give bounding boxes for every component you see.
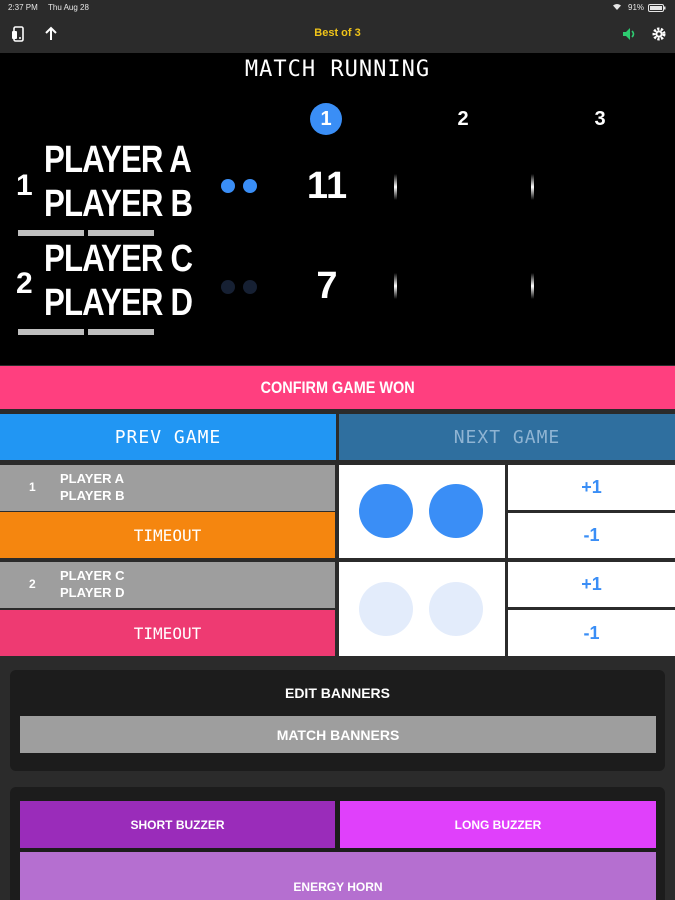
team-1-serve-big-dot-1 <box>359 484 413 538</box>
next-game-label: NEXT GAME <box>453 426 561 448</box>
team-2-serve-big-dot-2 <box>429 582 483 636</box>
team-1-player-1: PLAYER A <box>44 139 192 181</box>
team-1-plus-one-label: +1 <box>581 477 602 497</box>
wifi-icon <box>612 3 622 13</box>
control-team-1-number: 1 <box>29 480 36 494</box>
team-1-serve-indicator[interactable] <box>339 465 505 558</box>
control-team-2-player-2: PLAYER D <box>60 585 125 600</box>
control-team-1: 1 PLAYER A PLAYER B <box>0 465 335 511</box>
gear-icon[interactable] <box>649 24 669 44</box>
team-2-number: 2 <box>16 267 33 300</box>
team-1-number: 1 <box>16 169 33 202</box>
team-2-timeout-label: TIMEOUT <box>133 623 202 643</box>
sounds-panel: SHORT BUZZER LONG BUZZER ENERGY HORN <box>10 787 665 900</box>
team-2-serve-dot-2 <box>243 280 257 294</box>
match-banners-button[interactable]: MATCH BANNERS <box>20 716 656 753</box>
team-2-plus-one-label: +1 <box>581 574 602 594</box>
team-1-serve-dot-1 <box>221 179 235 193</box>
energy-horn-label: ENERGY HORN <box>293 880 383 894</box>
team-2-game-3-placeholder <box>531 273 534 299</box>
control-team-2-number: 2 <box>29 577 36 591</box>
speaker-icon[interactable] <box>620 24 640 44</box>
battery-percent: 91% <box>628 3 645 12</box>
team-1-game-2-placeholder <box>394 174 397 200</box>
scoreboard: MATCH RUNNING 1 2 3 1 PLAYER A PLAYER B … <box>0 53 675 365</box>
control-team-2-player-1: PLAYER C <box>60 568 125 583</box>
match-banners-label: MATCH BANNERS <box>276 726 400 743</box>
prev-game-button[interactable]: PREV GAME <box>0 414 336 460</box>
battery-icon <box>648 4 666 14</box>
short-buzzer-button[interactable]: SHORT BUZZER <box>20 801 335 848</box>
team-1-minus-one-button[interactable]: -1 <box>508 513 675 558</box>
team-2-player-2: PLAYER D <box>44 282 193 324</box>
team-2-plus-one-button[interactable]: +1 <box>508 562 675 607</box>
long-buzzer-button[interactable]: LONG BUZZER <box>340 801 656 848</box>
team-1-game-1-score: 11 <box>306 165 348 207</box>
team-2-serve-big-dot-1 <box>359 582 413 636</box>
team-2-minus-one-button[interactable]: -1 <box>508 610 675 656</box>
team-1-divider-left <box>18 230 84 236</box>
team-2-player-1: PLAYER C <box>44 238 193 280</box>
status-time: 2:37 PM <box>8 3 38 12</box>
team-2-serve-indicator[interactable] <box>339 562 505 656</box>
team-1-timeout-label: TIMEOUT <box>133 525 202 545</box>
control-team-1-player-1: PLAYER A <box>60 471 125 486</box>
next-game-button[interactable]: NEXT GAME <box>339 414 675 460</box>
confirm-game-won-label: CONFIRM GAME WON <box>260 377 415 397</box>
toolbar-title: Best of 3 <box>314 27 361 39</box>
short-buzzer-label: SHORT BUZZER <box>130 817 225 832</box>
team-1-divider-right <box>88 230 154 236</box>
game-header-1: 1 <box>310 103 342 135</box>
toolbar: Best of 3 <box>0 16 675 53</box>
energy-horn-button[interactable]: ENERGY HORN <box>20 852 656 900</box>
team-2-divider-right <box>88 329 154 335</box>
scoreboard-title: MATCH RUNNING <box>244 57 431 82</box>
banners-panel: EDIT BANNERS MATCH BANNERS <box>10 670 665 771</box>
long-buzzer-label: LONG BUZZER <box>454 817 542 832</box>
team-1-player-2: PLAYER B <box>44 183 193 225</box>
status-bar: 2:37 PM Thu Aug 28 91% <box>0 0 675 16</box>
game-header-3: 3 <box>594 108 606 130</box>
game-header-2: 2 <box>457 108 469 130</box>
team-2-timeout-button[interactable]: TIMEOUT <box>0 610 335 656</box>
team-1-plus-one-button[interactable]: +1 <box>508 465 675 510</box>
team-2-serve-dot-1 <box>221 280 235 294</box>
status-date: Thu Aug 28 <box>48 3 89 12</box>
control-team-2: 2 PLAYER C PLAYER D <box>0 562 335 608</box>
team-1-serve-big-dot-2 <box>429 484 483 538</box>
team-2-game-2-placeholder <box>394 273 397 299</box>
control-team-1-player-2: PLAYER B <box>60 488 125 503</box>
team-1-serve-dot-2 <box>243 179 257 193</box>
edit-banners-heading: EDIT BANNERS <box>284 685 390 701</box>
team-1-timeout-button[interactable]: TIMEOUT <box>0 512 335 558</box>
prev-game-label: PREV GAME <box>114 426 222 448</box>
team-2-minus-one-label: -1 <box>583 622 600 643</box>
team-2-divider-left <box>18 329 84 335</box>
team-1-game-3-placeholder <box>531 174 534 200</box>
confirm-game-won-button[interactable]: CONFIRM GAME WON <box>0 366 675 409</box>
team-2-game-1-score: 7 <box>316 265 338 307</box>
team-1-minus-one-label: -1 <box>583 525 600 545</box>
